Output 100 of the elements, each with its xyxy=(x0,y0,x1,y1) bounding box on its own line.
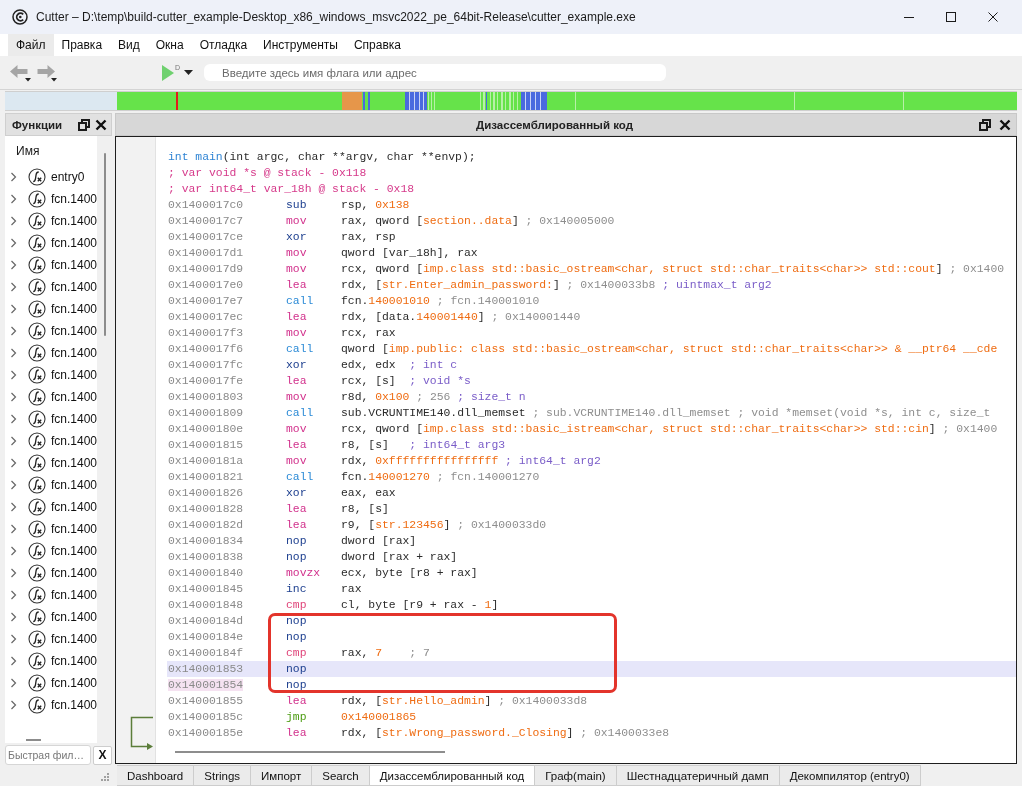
chevron-right-icon[interactable] xyxy=(10,502,17,512)
code-line[interactable]: 0x140001848 cmp cl, byte [r9 + rax - 1] xyxy=(167,597,1016,613)
function-item[interactable]: fcn.1400 xyxy=(5,298,97,320)
function-item[interactable]: fcn.1400 xyxy=(5,188,97,210)
function-item[interactable]: fcn.1400 xyxy=(5,628,97,650)
clear-filter-button[interactable]: X xyxy=(93,745,112,765)
chevron-right-icon[interactable] xyxy=(10,678,17,688)
code-line[interactable]: 0x140001828 lea r8, [s] xyxy=(167,501,1016,517)
close-icon[interactable] xyxy=(95,118,107,131)
panel-tab[interactable]: Dashboard xyxy=(117,765,195,786)
function-item[interactable]: fcn.1400 xyxy=(5,364,97,386)
function-item[interactable]: fcn.1400 xyxy=(5,254,97,276)
chevron-right-icon[interactable] xyxy=(10,194,17,204)
code-line[interactable]: 0x14000184f cmp rax, 7 ; 7 xyxy=(167,645,1016,661)
code-line[interactable]: 0x1400017c0 sub rsp, 0x138 xyxy=(167,197,1016,213)
code-line[interactable]: 0x1400017f6 call qword [imp.public: class std::basic_ostream<char, struct std::char_traits<char>> & __ptr64 __cde xyxy=(167,341,1016,357)
code-line[interactable]: 0x1400017d1 mov qword [var_18h], rax xyxy=(167,245,1016,261)
menu-item[interactable]: Справка xyxy=(345,34,409,56)
panel-tab[interactable]: Импорт xyxy=(251,765,313,786)
menu-item[interactable]: Вид xyxy=(110,34,148,56)
chevron-right-icon[interactable] xyxy=(10,304,17,314)
code-line[interactable]: 0x14000180e mov rcx, qword [imp.class std::basic_istream<char, struct std::char_traits<char>> std::cin] ; 0x1400 xyxy=(167,421,1016,437)
function-item[interactable]: fcn.1400 xyxy=(5,584,97,606)
code-line[interactable]: 0x140001840 movzx ecx, byte [r8 + rax] xyxy=(167,565,1016,581)
code-line[interactable]: 0x14000181a mov rdx, 0xffffffffffffffff ; int64_t arg2 xyxy=(167,453,1016,469)
function-item[interactable]: fcn.1400 xyxy=(5,408,97,430)
code-line[interactable]: 0x140001845 inc rax xyxy=(167,581,1016,597)
chevron-right-icon[interactable] xyxy=(10,414,17,424)
chevron-right-icon[interactable] xyxy=(10,568,17,578)
chevron-right-icon[interactable] xyxy=(10,392,17,402)
function-item[interactable]: entry0 xyxy=(5,166,97,188)
function-item[interactable]: fcn.1400 xyxy=(5,650,97,672)
column-header[interactable]: Имя xyxy=(5,136,97,166)
function-item[interactable]: fcn.1400 xyxy=(5,518,97,540)
chevron-right-icon[interactable] xyxy=(10,590,17,600)
vertical-scrollbar[interactable] xyxy=(103,153,106,336)
close-icon[interactable] xyxy=(988,12,998,22)
function-item[interactable]: fcn.1400 xyxy=(5,562,97,584)
chevron-right-icon[interactable] xyxy=(10,458,17,468)
function-item[interactable]: fcn.1400 xyxy=(5,496,97,518)
function-item[interactable]: fcn.1400 xyxy=(5,474,97,496)
panel-tab[interactable]: Граф(main) xyxy=(535,765,617,786)
code-line[interactable]: 0x1400017fe lea rcx, [s] ; void *s xyxy=(167,373,1016,389)
function-item[interactable]: fcn.1400 xyxy=(5,452,97,474)
code-line[interactable]: 0x140001838 nop dword [rax + rax] xyxy=(167,549,1016,565)
panel-tab[interactable]: Шестнадцатеричный дамп xyxy=(616,765,780,786)
panel-tab[interactable]: Search xyxy=(312,765,370,786)
restore-icon[interactable] xyxy=(78,118,90,131)
code-line[interactable]: 0x140001821 call fcn.140001270 ; fcn.140001270 xyxy=(167,469,1016,485)
function-item[interactable]: fcn.1400 xyxy=(5,342,97,364)
panel-tab[interactable]: Дизассемблированный код xyxy=(369,765,536,786)
chevron-right-icon[interactable] xyxy=(10,260,17,270)
function-item[interactable]: fcn.1400 xyxy=(5,210,97,232)
chevron-right-icon[interactable] xyxy=(10,634,17,644)
function-item[interactable]: fcn.1400 xyxy=(5,232,97,254)
code-line[interactable]: 0x1400017ce xor rax, rsp xyxy=(167,229,1016,245)
function-item[interactable]: fcn.1400 xyxy=(5,430,97,452)
code-line[interactable]: 0x14000184d nop xyxy=(167,613,1016,629)
chevron-right-icon[interactable] xyxy=(10,370,17,380)
code-line[interactable]: 0x140001803 mov r8d, 0x100 ; 256 ; size_t n xyxy=(167,389,1016,405)
code-line[interactable]: 0x140001826 xor eax, eax xyxy=(167,485,1016,501)
code-line[interactable]: 0x140001855 lea rdx, [str.Hello_admin] ; 0x1400033d8 xyxy=(167,693,1016,709)
size-grip-icon[interactable] xyxy=(101,773,109,781)
code-line[interactable]: 0x1400017f3 mov rcx, rax xyxy=(167,325,1016,341)
restore-icon[interactable] xyxy=(979,118,991,131)
close-icon[interactable] xyxy=(999,118,1011,131)
filter-field[interactable]: Быстрая фил… xyxy=(5,745,91,765)
code-line[interactable]: 0x14000185e lea rdx, [str.Wrong_password._Closing] ; 0x1400033e8 xyxy=(167,725,1016,741)
code-line[interactable]: 0x14000185c jmp 0x140001865 xyxy=(167,709,1016,725)
code-line[interactable]: 0x140001854 nop xyxy=(167,677,1016,693)
menu-item[interactable]: Файл xyxy=(8,34,54,56)
code-line[interactable]: 0x14000182d lea r9, [str.123456] ; 0x1400033d0 xyxy=(167,517,1016,533)
code-line[interactable]: 0x1400017ec lea rdx, [data.140001440] ; 0x140001440 xyxy=(167,309,1016,325)
chevron-right-icon[interactable] xyxy=(10,326,17,336)
chevron-right-icon[interactable] xyxy=(10,612,17,622)
search-field[interactable]: Введите здесь имя флага или адрес xyxy=(204,64,667,81)
chevron-right-icon[interactable] xyxy=(10,656,17,666)
panel-tab[interactable]: Strings xyxy=(194,765,252,786)
code-line[interactable]: 0x140001815 lea r8, [s] ; int64_t arg3 xyxy=(167,437,1016,453)
function-item[interactable]: fcn.1400 xyxy=(5,540,97,562)
maximize-icon[interactable] xyxy=(946,12,956,22)
code-line[interactable]: 0x1400017e0 lea rdx, [str.Enter_admin_password:] ; 0x1400033b8 ; uintmax_t arg2 xyxy=(167,277,1016,293)
panel-tab[interactable]: Декомпилятор (entry0) xyxy=(779,765,921,786)
chevron-right-icon[interactable] xyxy=(10,216,17,226)
code-line[interactable]: 0x140001834 nop dword [rax] xyxy=(167,533,1016,549)
chevron-right-icon[interactable] xyxy=(10,480,17,490)
caret-down-icon[interactable] xyxy=(184,70,194,75)
menu-item[interactable]: Окна xyxy=(147,34,192,56)
code-line[interactable]: 0x1400017fc xor edx, edx ; int c xyxy=(167,357,1016,373)
function-item[interactable]: fcn.1400 xyxy=(5,320,97,342)
function-item[interactable]: fcn.1400 xyxy=(5,276,97,298)
code-line[interactable]: 0x1400017d9 mov rcx, qword [imp.class std::basic_ostream<char, struct std::char_traits<char>> std::cout] ; 0x1400 xyxy=(167,261,1016,277)
chevron-right-icon[interactable] xyxy=(10,700,17,710)
chevron-right-icon[interactable] xyxy=(10,436,17,446)
function-item[interactable]: fcn.1400 xyxy=(5,672,97,694)
chevron-right-icon[interactable] xyxy=(10,546,17,556)
horizontal-scrollbar[interactable] xyxy=(26,739,41,741)
code-line[interactable]: 0x1400017c7 mov rax, qword [section..data] ; 0x140005000 xyxy=(167,213,1016,229)
menu-item[interactable]: Отладка xyxy=(191,34,256,56)
memory-map-drawing[interactable] xyxy=(5,92,1017,110)
